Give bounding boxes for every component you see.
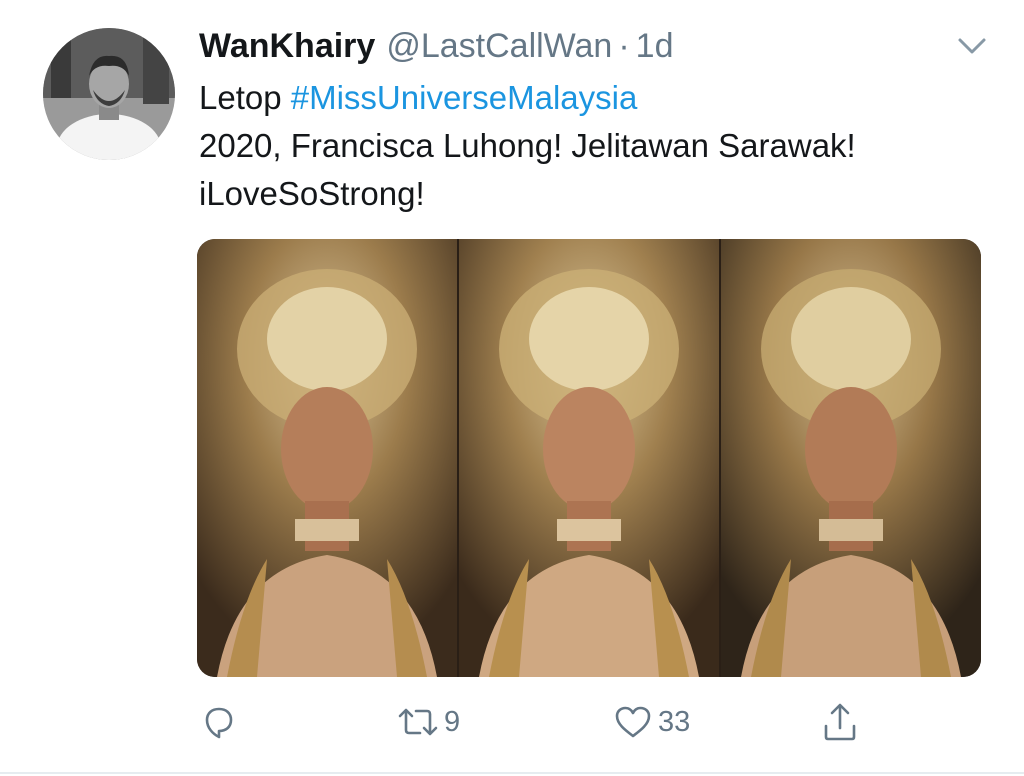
media-grid (197, 239, 981, 677)
author-handle[interactable]: @LastCallWan (386, 22, 612, 70)
share-button[interactable] (820, 690, 860, 754)
author-display-name[interactable]: WanKhairy (199, 22, 375, 70)
header-separator: · (618, 27, 630, 65)
retweet-count: 9 (444, 705, 461, 738)
media-photo-3[interactable] (721, 239, 981, 677)
divider (0, 772, 1024, 774)
media-photo-1[interactable] (197, 239, 457, 677)
tweet-timestamp[interactable]: 1d (636, 22, 674, 70)
hashtag-link[interactable]: #MissUniverseMalaysia (291, 79, 638, 116)
tweet-text-prefix: Letop (199, 79, 291, 116)
tweet-text-line-3: iLoveSoStrong! (199, 175, 425, 212)
avatar[interactable] (43, 28, 175, 160)
tweet-text-line-1: Letop #MissUniverseMalaysia (199, 74, 999, 122)
tweet-actions: 9 33 (0, 690, 1024, 754)
media-photo-2[interactable] (459, 239, 719, 677)
heart-icon (612, 702, 654, 742)
retweet-icon (396, 702, 440, 742)
tweet-card[interactable]: WanKhairy @LastCallWan · 1d Letop #MissU… (0, 0, 1024, 776)
share-icon (820, 700, 860, 744)
like-count: 33 (658, 705, 691, 738)
tweet-header: WanKhairy @LastCallWan · 1d (199, 22, 673, 70)
like-button[interactable]: 33 (612, 690, 690, 754)
tweet-text: Letop #MissUniverseMalaysia 2020, Franci… (199, 74, 999, 218)
reply-button[interactable] (199, 690, 239, 754)
chevron-down-icon[interactable] (952, 30, 992, 60)
tweet-text-line-2: 2020, Francisca Luhong! Jelitawan Sarawa… (199, 127, 856, 164)
retweet-button[interactable]: 9 (396, 690, 460, 754)
reply-icon (199, 702, 239, 742)
